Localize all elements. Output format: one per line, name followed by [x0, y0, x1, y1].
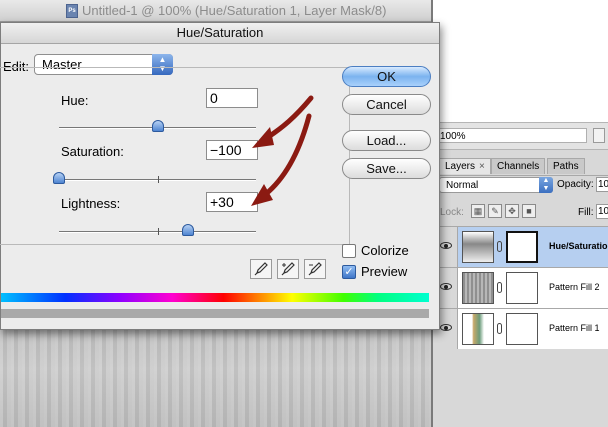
chain-link-icon[interactable]: [497, 282, 502, 293]
layer-name: Pattern Fill 1: [549, 323, 600, 333]
chevron-updown-icon: ▲ ▼: [539, 177, 553, 193]
chain-link-icon[interactable]: [497, 323, 502, 334]
lock-transparency-icon[interactable]: ▦: [471, 204, 485, 218]
workspace-area: [433, 0, 608, 122]
document-titlebar[interactable]: Ps Untitled-1 @ 100% (Hue/Saturation 1, …: [0, 0, 433, 22]
hue-saturation-dialog: Hue/Saturation Edit: Master ▲ ▼ Hue: 0 Sa…: [0, 22, 440, 330]
saturation-label: Saturation:: [61, 144, 124, 159]
colorize-checkbox-box[interactable]: [342, 244, 356, 258]
tab-paths[interactable]: Paths: [547, 158, 585, 174]
layer-row[interactable]: Pattern Fill 2: [433, 267, 608, 308]
zoom-field[interactable]: 100%: [437, 128, 587, 143]
slider-center-tick: [158, 228, 159, 235]
preview-label: Preview: [361, 264, 408, 279]
hue-slider[interactable]: [59, 120, 256, 132]
layer-thumbnail: [462, 313, 494, 345]
ok-button[interactable]: OK: [342, 66, 431, 87]
blend-mode-value: Normal: [446, 180, 479, 191]
lightness-label: Lightness:: [61, 196, 121, 211]
adjustment-group: [0, 67, 350, 245]
tab-paths-label: Paths: [553, 161, 579, 172]
eyedropper-plus-icon[interactable]: [277, 259, 299, 279]
layer-row[interactable]: Pattern Fill 1: [433, 308, 608, 349]
chain-link-icon[interactable]: [497, 241, 502, 252]
lock-image-icon[interactable]: ✎: [488, 204, 502, 218]
cancel-button[interactable]: Cancel: [342, 94, 431, 115]
lock-all-icon[interactable]: ■: [522, 204, 536, 218]
document-canvas[interactable]: [0, 330, 433, 427]
preview-checkbox-box[interactable]: ✓: [342, 265, 356, 279]
layer-thumbnail: [462, 231, 494, 263]
dialog-title[interactable]: Hue/Saturation: [1, 23, 439, 44]
lightness-slider[interactable]: [59, 224, 256, 236]
layer-mask-thumbnail[interactable]: [506, 231, 538, 263]
status-bar: 100%: [433, 122, 608, 150]
saturation-slider-handle[interactable]: [53, 172, 65, 184]
hue-slider-handle[interactable]: [152, 120, 164, 132]
saturation-slider[interactable]: [53, 172, 256, 184]
tab-channels[interactable]: Channels: [491, 158, 546, 174]
hue-input[interactable]: 0: [206, 88, 258, 108]
eye-icon: [440, 283, 452, 290]
eyedropper-icon[interactable]: [250, 259, 272, 279]
close-icon[interactable]: ×: [479, 161, 485, 172]
layer-name: Hue/Saturation 1: [549, 241, 608, 251]
colorize-label: Colorize: [361, 243, 409, 258]
layer-thumbnail: [462, 272, 494, 304]
output-color-spectrum: [1, 309, 429, 318]
zoom-menu-button[interactable]: [593, 128, 605, 143]
slider-center-tick: [158, 176, 159, 183]
tab-layers-label: Layers: [445, 161, 476, 172]
saturation-input[interactable]: −100: [206, 140, 258, 160]
input-color-spectrum: [1, 293, 429, 302]
lock-position-icon[interactable]: ✥: [505, 204, 519, 218]
layers-panel: Layers × Channels Paths Normal ▲ ▼ Opacity…: [433, 150, 608, 427]
eyedropper-minus-icon[interactable]: [304, 259, 326, 279]
opacity-field[interactable]: 100%: [596, 177, 608, 192]
lock-label: Lock:: [440, 207, 464, 218]
layer-mask-thumbnail[interactable]: [506, 272, 538, 304]
tab-channels-label: Channels: [497, 161, 540, 172]
layer-name: Pattern Fill 2: [549, 282, 600, 292]
document-title: Untitled-1 @ 100% (Hue/Saturation 1, Lay…: [82, 3, 387, 18]
lightness-slider-handle[interactable]: [182, 224, 194, 236]
eye-icon: [440, 324, 452, 331]
blend-mode-select[interactable]: Normal ▲ ▼: [439, 177, 553, 193]
panel-tabs: Layers × Channels Paths: [433, 158, 608, 176]
layer-mask-thumbnail[interactable]: [506, 313, 538, 345]
eye-icon: [440, 242, 452, 249]
hue-label: Hue:: [61, 93, 89, 108]
tab-layers[interactable]: Layers ×: [439, 158, 491, 174]
fill-field[interactable]: 100%: [596, 204, 608, 219]
fill-label: Fill:: [578, 207, 594, 218]
load-button[interactable]: Load...: [342, 130, 431, 151]
lightness-input[interactable]: +30: [206, 192, 258, 212]
save-button[interactable]: Save...: [342, 158, 431, 179]
layer-row[interactable]: Hue/Saturation 1: [433, 226, 608, 267]
ps-document-icon: Ps: [66, 4, 78, 18]
opacity-label: Opacity:: [557, 179, 594, 190]
